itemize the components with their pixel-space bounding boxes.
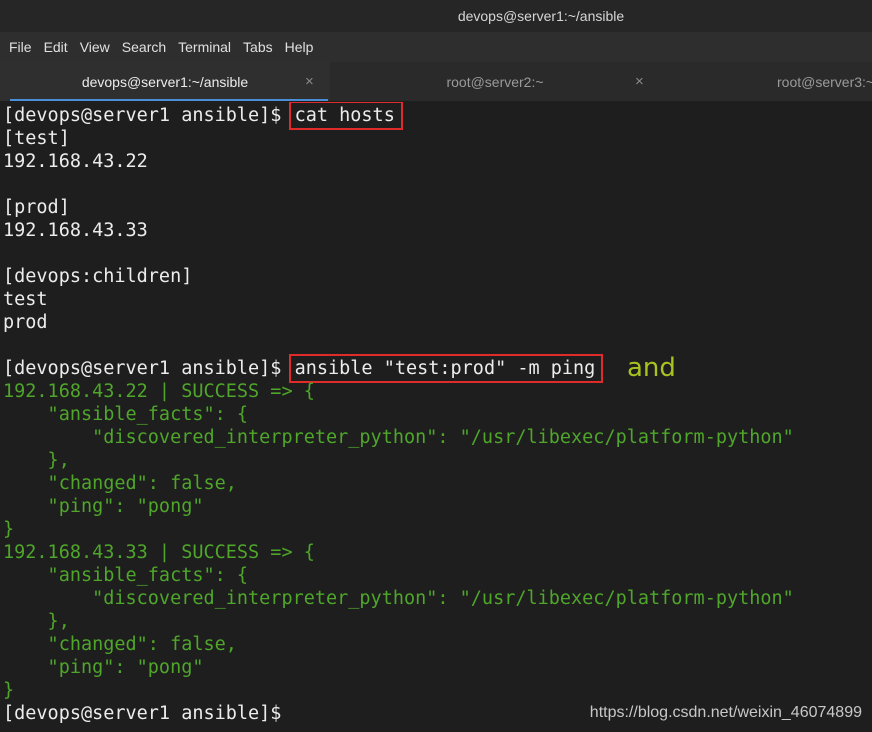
output-line: }, bbox=[3, 450, 70, 471]
menu-view[interactable]: View bbox=[80, 39, 110, 55]
terminal-output[interactable]: [devops@server1 ansible]$ cat hosts [tes… bbox=[0, 102, 872, 732]
tab-bar: devops@server1:~/ansible × root@server2:… bbox=[0, 62, 872, 102]
command-line: [devops@server1 ansible]$ ansible "test:… bbox=[0, 354, 872, 383]
hosts-line bbox=[0, 173, 872, 196]
menu-terminal[interactable]: Terminal bbox=[178, 39, 231, 55]
output-line: 192.168.43.33 | SUCCESS => { bbox=[3, 542, 315, 563]
highlighted-command: cat hosts bbox=[288, 102, 403, 130]
output-line: 192.168.43.22 | SUCCESS => { bbox=[3, 381, 315, 402]
output-line: }, bbox=[3, 611, 70, 632]
tab-server3[interactable]: root@server3:~ bbox=[660, 62, 872, 101]
output-line: "discovered_interpreter_python": "/usr/l… bbox=[3, 588, 794, 609]
tab-server2[interactable]: root@server2:~ × bbox=[330, 62, 660, 101]
tab-server1[interactable]: devops@server1:~/ansible × bbox=[0, 62, 330, 101]
menu-bar: File Edit View Search Terminal Tabs Help bbox=[0, 32, 872, 62]
highlighted-command: ansible "test:prod" -m ping bbox=[288, 354, 604, 383]
command-line: [devops@server1 ansible]$ cat hosts bbox=[0, 102, 872, 130]
window-titlebar[interactable]: devops@server1:~/ansible bbox=[0, 0, 872, 32]
ansible-ping-output: 192.168.43.22 | SUCCESS => { "ansible_fa… bbox=[0, 380, 872, 702]
tab-label: devops@server1:~/ansible bbox=[81, 74, 249, 90]
prompt: [devops@server1 ansible]$ bbox=[3, 105, 293, 126]
menu-file[interactable]: File bbox=[9, 39, 32, 55]
output-line: } bbox=[3, 519, 15, 540]
output-line: "ping": "pong" bbox=[3, 496, 204, 517]
hosts-line: test bbox=[3, 289, 48, 310]
menu-edit[interactable]: Edit bbox=[44, 39, 68, 55]
hosts-line: 192.168.43.33 bbox=[3, 220, 148, 241]
output-line: "ansible_facts": { bbox=[3, 565, 249, 586]
watermark: https://blog.csdn.net/weixin_46074899 bbox=[589, 704, 862, 721]
menu-search[interactable]: Search bbox=[122, 39, 166, 55]
hosts-line: [test] bbox=[3, 128, 70, 149]
prompt: [devops@server1 ansible]$ bbox=[3, 358, 293, 379]
hosts-line: [devops:children] bbox=[3, 266, 193, 287]
menu-help[interactable]: Help bbox=[285, 39, 314, 55]
output-line: } bbox=[3, 680, 15, 701]
hosts-line: [prod] bbox=[3, 197, 70, 218]
output-line: "discovered_interpreter_python": "/usr/l… bbox=[3, 427, 794, 448]
hosts-line bbox=[0, 334, 872, 357]
output-line: "ping": "pong" bbox=[3, 657, 204, 678]
hosts-line: prod bbox=[3, 312, 48, 333]
terminal-window: devops@server1:~/ansible File Edit View … bbox=[0, 0, 872, 732]
output-line: "changed": false, bbox=[3, 473, 237, 494]
hosts-line bbox=[0, 242, 872, 265]
tab-close-icon[interactable]: × bbox=[635, 73, 644, 90]
tab-close-icon[interactable]: × bbox=[305, 73, 314, 90]
menu-tabs[interactable]: Tabs bbox=[243, 39, 273, 55]
output-line: "ansible_facts": { bbox=[3, 404, 249, 425]
output-line: "changed": false, bbox=[3, 634, 237, 655]
tab-label: root@server3:~ bbox=[777, 74, 872, 90]
annotation-text: and bbox=[627, 353, 676, 383]
hosts-file-output: [test] 192.168.43.22 [prod] 192.168.43.33 [d… bbox=[0, 127, 872, 357]
hosts-line: 192.168.43.22 bbox=[3, 151, 148, 172]
tab-label: root@server2:~ bbox=[446, 74, 544, 90]
window-title: devops@server1:~/ansible bbox=[457, 8, 625, 24]
